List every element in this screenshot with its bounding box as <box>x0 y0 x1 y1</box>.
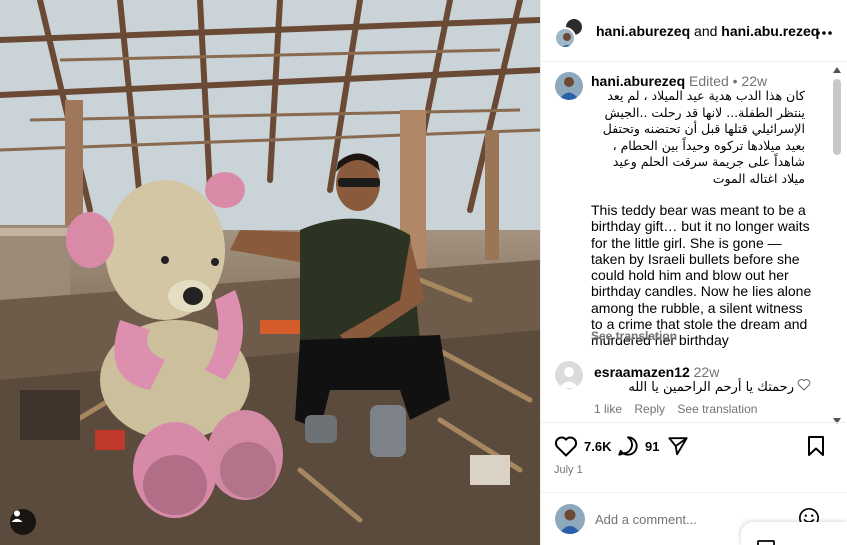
comments-section[interactable]: hani.aburezeq Edited • 22w كان هذا الدب … <box>541 62 847 422</box>
send-icon <box>668 437 688 456</box>
messages-icon <box>757 540 775 545</box>
post-authors: hani.aburezeq and hani.abu.rezeq <box>596 23 819 39</box>
like-count[interactable]: 7.6K <box>584 439 611 454</box>
more-options-button[interactable] <box>816 22 832 36</box>
comment-bubble-icon <box>618 436 638 456</box>
save-button[interactable] <box>807 435 825 457</box>
default-avatar-icon <box>559 367 579 388</box>
post-panel: hani.aburezeq and hani.abu.rezeq hani.ab… <box>540 0 847 545</box>
scrollbar-thumb[interactable] <box>833 79 841 155</box>
comment-likes-link[interactable]: 1 like <box>594 402 622 416</box>
comment-username[interactable]: esraamazen12 <box>594 364 690 380</box>
heart-icon <box>554 436 578 457</box>
comment-see-translation-link[interactable]: See translation <box>677 402 757 416</box>
scroll-up-arrow-icon[interactable] <box>833 67 841 73</box>
comment-reply-button[interactable]: Reply <box>634 402 665 416</box>
comment-actions: 1 like Reply See translation <box>594 402 766 416</box>
caption-avatar[interactable] <box>555 72 583 100</box>
collab-avatars[interactable] <box>554 17 586 49</box>
like-button[interactable]: 7.6K <box>554 435 611 457</box>
comment-like-button[interactable] <box>797 378 811 396</box>
tagged-users-button[interactable] <box>10 509 36 535</box>
caption-username[interactable]: hani.aburezeq <box>591 73 685 89</box>
photo-scene <box>0 0 540 545</box>
separator-dot: • <box>732 73 738 89</box>
edited-label: Edited <box>689 73 729 89</box>
comment-count[interactable]: 91 <box>645 439 659 454</box>
messages-popup-tab[interactable] <box>741 522 847 545</box>
coauthor-link[interactable]: hani.abu.rezeq <box>721 23 819 39</box>
comments-scrollbar[interactable] <box>833 67 841 424</box>
share-button[interactable] <box>667 435 689 457</box>
post-actions: 7.6K 91 July 1 <box>541 422 847 492</box>
post-date[interactable]: July 1 <box>554 464 583 476</box>
more-horizontal-icon <box>816 31 832 35</box>
caption-arabic-text: كان هذا الدب هدية عيد الميلاد ، لم يعد ي… <box>602 88 805 186</box>
author-link[interactable]: hani.aburezeq <box>596 23 690 39</box>
user-icon <box>11 510 23 522</box>
current-user-avatar <box>555 504 585 534</box>
post-photo[interactable] <box>0 0 540 545</box>
bookmark-icon <box>808 436 824 456</box>
comment-header: esraamazen12 22w <box>594 364 719 380</box>
avatar <box>554 27 576 49</box>
comment-time[interactable]: 22w <box>694 364 720 380</box>
authors-connector: and <box>694 23 718 39</box>
caption-time[interactable]: 22w <box>741 73 767 89</box>
comment-button[interactable]: 91 <box>617 435 659 457</box>
comment-avatar[interactable] <box>555 361 583 389</box>
see-translation-link[interactable]: See translation <box>591 329 677 343</box>
comment-text: رحمتك يا أرحم الراحمين يا الله <box>628 380 794 395</box>
heart-outline-icon <box>797 379 811 391</box>
post-header: hani.aburezeq and hani.abu.rezeq <box>541 0 847 62</box>
caption-english-text: This teddy bear was meant to be a birthd… <box>591 202 812 349</box>
caption-header: hani.aburezeq Edited • 22w <box>591 73 767 89</box>
